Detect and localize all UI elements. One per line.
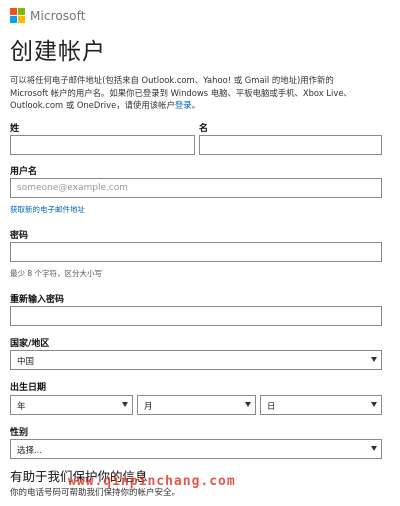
username-label: 用户名 [10, 167, 38, 177]
password-hint: 最少 8 个字符，区分大小写 [10, 269, 103, 278]
intro-line-1: 可以将任何电子邮件地址(包括来自 Outlook.com、Yahoo! 或 Gm… [10, 75, 334, 85]
gender-value: 选择... [17, 446, 43, 456]
get-new-email-link[interactable]: 获取新的电子邮件地址 [10, 204, 85, 215]
intro-line-3-text: Outlook.com 或 OneDrive，请使用该帐户 [10, 100, 175, 110]
first-name-label: 名 [199, 124, 209, 134]
birthdate-label: 出生日期 [10, 383, 47, 393]
gender-label: 性别 [10, 428, 29, 438]
intro-line-2: Microsoft 帐户的用户名。如果你已登录到 Windows 电脑、平板电脑… [10, 87, 352, 98]
birth-day-select[interactable]: 日 [260, 395, 382, 415]
birth-day-value: 日 [267, 402, 276, 412]
birth-year-select[interactable]: 年 [10, 395, 133, 415]
signin-link[interactable]: 登录 [175, 100, 192, 110]
brand-name: Microsoft [30, 8, 86, 23]
protect-description: 你的电话号码可帮助我们保持你的帐户安全。 [10, 488, 181, 498]
last-name-label: 姓 [10, 124, 20, 134]
microsoft-logo-icon [10, 8, 25, 23]
intro-text: 可以将任何电子邮件地址(包括来自 Outlook.com、Yahoo! 或 Gm… [10, 74, 393, 112]
password-input[interactable] [10, 242, 382, 262]
username-input[interactable]: someone@example.com [10, 178, 382, 198]
first-name-input[interactable] [199, 135, 382, 155]
gender-select[interactable]: 选择... [10, 439, 382, 459]
page-title: 创建帐户 [10, 39, 106, 65]
country-label: 国家/地区 [10, 339, 50, 349]
chevron-down-icon [371, 446, 377, 451]
microsoft-logo: Microsoft [10, 8, 86, 23]
birth-year-value: 年 [17, 402, 26, 412]
chevron-down-icon [371, 357, 377, 362]
intro-line-3: Outlook.com 或 OneDrive，请使用该帐户登录。 [10, 99, 393, 112]
reenter-password-label: 重新输入密码 [10, 295, 65, 305]
birth-month-select[interactable]: 月 [137, 395, 256, 415]
birth-month-value: 月 [144, 402, 153, 412]
username-placeholder: someone@example.com [17, 183, 129, 193]
country-select[interactable]: 中国 [10, 350, 382, 370]
chevron-down-icon [371, 402, 377, 407]
country-value: 中国 [17, 357, 35, 367]
password-label: 密码 [10, 231, 29, 241]
chevron-down-icon [122, 402, 128, 407]
chevron-down-icon [245, 402, 251, 407]
intro-line-3-end: 。 [191, 100, 200, 110]
reenter-password-input[interactable] [10, 306, 382, 326]
last-name-input[interactable] [10, 135, 195, 155]
